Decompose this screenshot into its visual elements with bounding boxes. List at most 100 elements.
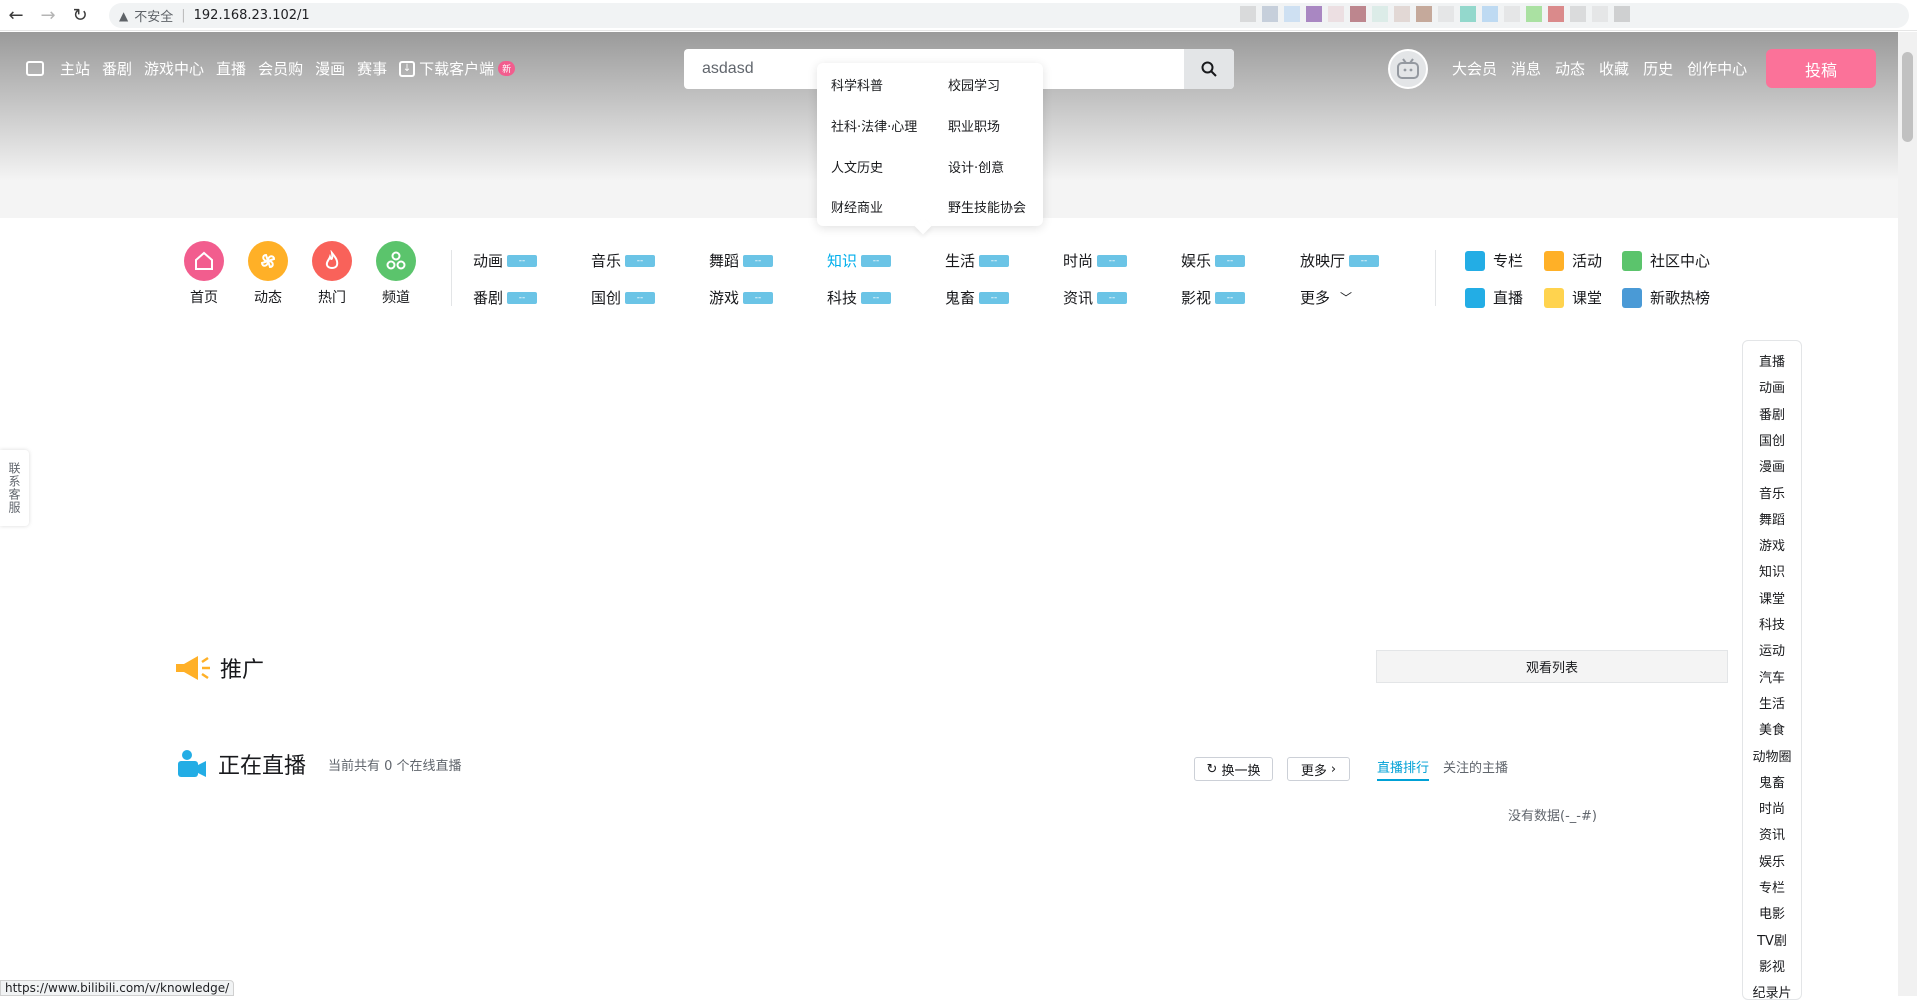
elevator-item[interactable]: 专栏 [1743,877,1801,896]
elevator-item[interactable]: 国创 [1743,430,1801,449]
contact-support-tab[interactable]: 联系客服 [0,450,29,526]
elevator-item[interactable]: 舞蹈 [1743,509,1801,528]
category-game[interactable]: 游戏 -- [709,287,774,308]
elevator-item[interactable]: 动物圈 [1743,746,1801,765]
dropdown-item[interactable]: 职业职场 [948,116,1000,135]
live-camera-icon [178,750,206,777]
quick-link-label: 动态 [254,290,282,306]
category-music[interactable]: 音乐 -- [591,250,656,271]
elevator-item[interactable]: 电影 [1743,903,1801,922]
category-guochuang[interactable]: 国创 -- [591,287,656,308]
address-bar[interactable]: ▲ 不安全 | 192.168.23.102/1 [109,3,1909,28]
dropdown-item[interactable]: 野生技能协会 [948,197,1026,216]
count-badge: -- [979,291,1010,304]
category-fashion[interactable]: 时尚 -- [1063,250,1128,271]
category-knowledge[interactable]: 知识 -- [827,250,892,271]
elevator-item[interactable]: 动画 [1743,377,1801,396]
category-tech[interactable]: 科技 -- [827,287,892,308]
nav-messages[interactable]: 消息 [1511,58,1541,79]
elevator-item[interactable]: 音乐 [1743,483,1801,502]
extra-music-chart[interactable]: 新歌热榜 [1622,287,1710,308]
nav-manga[interactable]: 漫画 [315,58,345,79]
nav-live[interactable]: 直播 [216,58,246,79]
elevator-item[interactable]: 番剧 [1743,404,1801,423]
tab-followed-streamers[interactable]: 关注的主播 [1443,757,1508,776]
quick-link-label: 热门 [318,290,346,306]
nav-match[interactable]: 赛事 [357,58,387,79]
extra-community[interactable]: 社区中心 [1622,250,1710,271]
scrollbar-thumb[interactable] [1902,52,1913,142]
avatar[interactable] [1388,49,1428,89]
camera-icon [1465,287,1485,308]
category-cinema[interactable]: 放映厅 -- [1300,250,1380,271]
upload-button[interactable]: 投稿 [1766,49,1876,88]
category-label: 更多 [1300,289,1331,307]
extra-column[interactable]: 专栏 [1465,250,1523,271]
nav-vip[interactable]: 大会员 [1452,58,1497,79]
quick-link-dynamic[interactable]: 动态 [238,241,298,307]
count-badge: -- [1097,291,1128,304]
nav-bangumi[interactable]: 番剧 [102,58,132,79]
elevator-item[interactable]: 纪录片 [1743,982,1801,1001]
nav-game-center[interactable]: 游戏中心 [144,58,204,79]
elevator-item[interactable]: 资讯 [1743,824,1801,843]
category-news[interactable]: 资讯 -- [1063,287,1128,308]
elevator-item[interactable]: 游戏 [1743,535,1801,554]
category-dance[interactable]: 舞蹈 -- [709,250,774,271]
category-bangumi[interactable]: 番剧 -- [473,287,538,308]
forward-icon[interactable]: → [32,0,64,31]
extra-classroom[interactable]: 课堂 [1544,287,1602,308]
search-button[interactable] [1184,49,1234,89]
category-anime[interactable]: 动画 -- [473,250,538,271]
dropdown-item[interactable]: 校园学习 [948,75,1000,94]
elevator-item[interactable]: 时尚 [1743,798,1801,817]
elevator-item[interactable]: 运动 [1743,640,1801,659]
dropdown-item[interactable]: 科学科普 [831,75,883,94]
elevator-item[interactable]: 鬼畜 [1743,772,1801,791]
elevator-item[interactable]: 漫画 [1743,456,1801,475]
elevator-item[interactable]: 汽车 [1743,667,1801,686]
elevator-item[interactable]: TV剧 [1743,930,1801,949]
elevator-item[interactable]: 娱乐 [1743,851,1801,870]
classroom-icon [1544,287,1564,308]
elevator-item[interactable]: 科技 [1743,614,1801,633]
category-kichiku[interactable]: 鬼畜 -- [945,287,1010,308]
elevator-item[interactable]: 直播 [1743,351,1801,370]
scrollbar[interactable] [1898,32,1917,996]
reload-icon[interactable]: ↻ [64,0,96,31]
quick-link-channel[interactable]: 频道 [366,241,426,307]
elevator-item[interactable]: 美食 [1743,719,1801,738]
more-label: 更多 [1300,763,1327,779]
nav-dynamics[interactable]: 动态 [1555,58,1585,79]
quick-link-hot[interactable]: 热门 [302,241,362,307]
elevator-item[interactable]: 生活 [1743,693,1801,712]
address-separator: | [181,8,186,23]
dropdown-item[interactable]: 人文历史 [831,157,883,176]
extra-live[interactable]: 直播 [1465,287,1523,308]
elevator-item[interactable]: 课堂 [1743,588,1801,607]
category-life[interactable]: 生活 -- [945,250,1010,271]
watch-list-button[interactable]: 观看列表 [1376,650,1728,683]
category-ent[interactable]: 娱乐 -- [1181,250,1246,271]
nav-download[interactable]: ↓ 下载客户端 新 [399,58,516,79]
category-film[interactable]: 影视 -- [1181,287,1246,308]
category-more[interactable]: 更多 ﹀ [1300,287,1352,308]
back-icon[interactable]: ← [0,0,32,31]
refresh-button[interactable]: ↻ 换一换 [1194,757,1273,781]
nav-favorites[interactable]: 收藏 [1599,58,1629,79]
dropdown-item[interactable]: 社科·法律·心理 [831,116,917,135]
dropdown-item[interactable]: 财经商业 [831,197,883,216]
tab-live-rank[interactable]: 直播排行 [1377,757,1430,781]
elevator-item[interactable]: 知识 [1743,561,1801,580]
more-button[interactable]: 更多 › [1287,757,1350,781]
nav-main[interactable]: 主站 [60,58,90,79]
nav-mall[interactable]: 会员购 [258,58,303,79]
extra-activity[interactable]: 活动 [1544,250,1602,271]
nav-history[interactable]: 历史 [1643,58,1673,79]
elevator-item[interactable]: 影视 [1743,956,1801,975]
dropdown-item[interactable]: 设计·创意 [948,157,1004,176]
nav-creator-center[interactable]: 创作中心 [1687,58,1747,79]
quick-link-home[interactable]: 首页 [174,241,234,307]
category-label: 影视 [1181,289,1212,307]
count-badge: -- [1215,291,1246,304]
